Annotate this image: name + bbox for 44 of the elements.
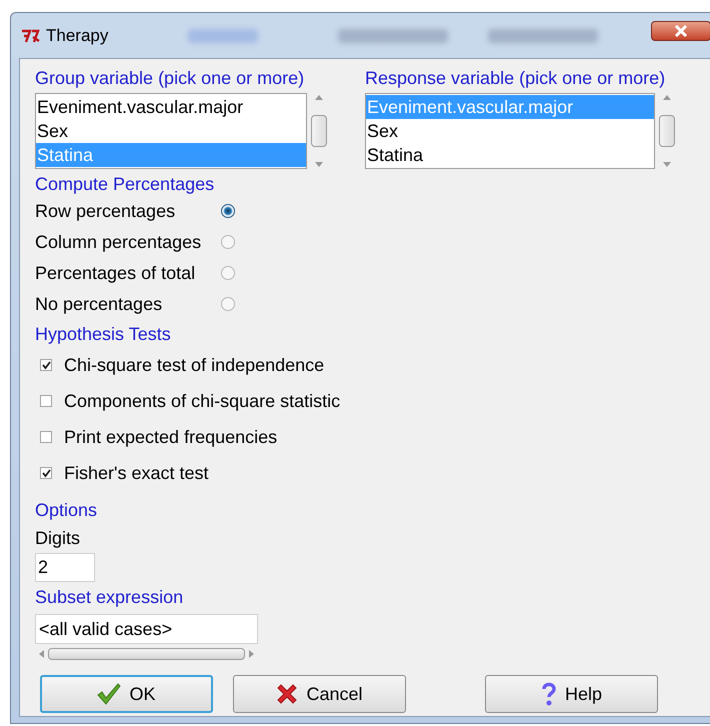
list-box[interactable]: Eveniment.vascular.major Sex Statina [35, 93, 307, 169]
checkbox-label: Print expected frequencies [64, 426, 278, 448]
radio-label: No percentages [35, 292, 164, 314]
checkbox[interactable] [40, 359, 52, 371]
section-label: Group variable (pick one or more) [35, 67, 306, 89]
dialog-button[interactable]: OK [40, 675, 213, 713]
checkbox-label: Fisher's exact test [64, 462, 208, 484]
scroll-bar[interactable] [309, 93, 329, 169]
close-button[interactable] [651, 21, 710, 41]
window-title: Therapy [46, 24, 108, 47]
list-item[interactable]: Sex [36, 119, 306, 143]
cross-icon [276, 683, 298, 705]
section-label: Options [35, 499, 98, 521]
radio-label: Row percentages [35, 200, 176, 222]
section-label: Hypothesis Tests [35, 323, 172, 345]
checkbox-label: Chi-square test of independence [64, 354, 324, 376]
checkbox[interactable] [40, 467, 52, 479]
app-logo-icon [21, 28, 41, 44]
subset-field[interactable]: <all valid cases> [35, 614, 258, 644]
radio-button[interactable] [221, 296, 235, 310]
radio-label: Percentages of total [35, 262, 196, 284]
help-icon [540, 682, 557, 706]
blurred-background-shape [188, 28, 258, 42]
section-label: Response variable (pick one or more) [365, 67, 666, 89]
digits-field[interactable]: 2 [35, 553, 95, 582]
list-item[interactable]: Eveniment.vascular.major [36, 95, 306, 119]
dialog-button[interactable]: Cancel [233, 675, 406, 713]
scroll-bar[interactable] [657, 93, 677, 169]
checkbox[interactable] [40, 395, 52, 407]
close-icon [674, 25, 688, 37]
checkbox[interactable] [40, 431, 52, 443]
section-label: Compute Percentages [35, 173, 216, 195]
list-item[interactable]: Statina [366, 143, 654, 167]
section-label: Subset expression [35, 586, 184, 608]
field-label: Digits [35, 527, 82, 549]
list-item[interactable]: Sex [366, 119, 654, 143]
checkmark-icon [97, 683, 122, 705]
radio-button[interactable] [221, 266, 235, 280]
radio-button[interactable] [221, 204, 235, 218]
radio-button[interactable] [221, 234, 235, 248]
list-box[interactable]: Eveniment.vascular.major Sex Statina [365, 93, 655, 169]
dialog-button[interactable]: Help [485, 675, 658, 713]
radio-label: Column percentages [35, 230, 202, 252]
checkbox-label: Components of chi-square statistic [64, 390, 340, 412]
